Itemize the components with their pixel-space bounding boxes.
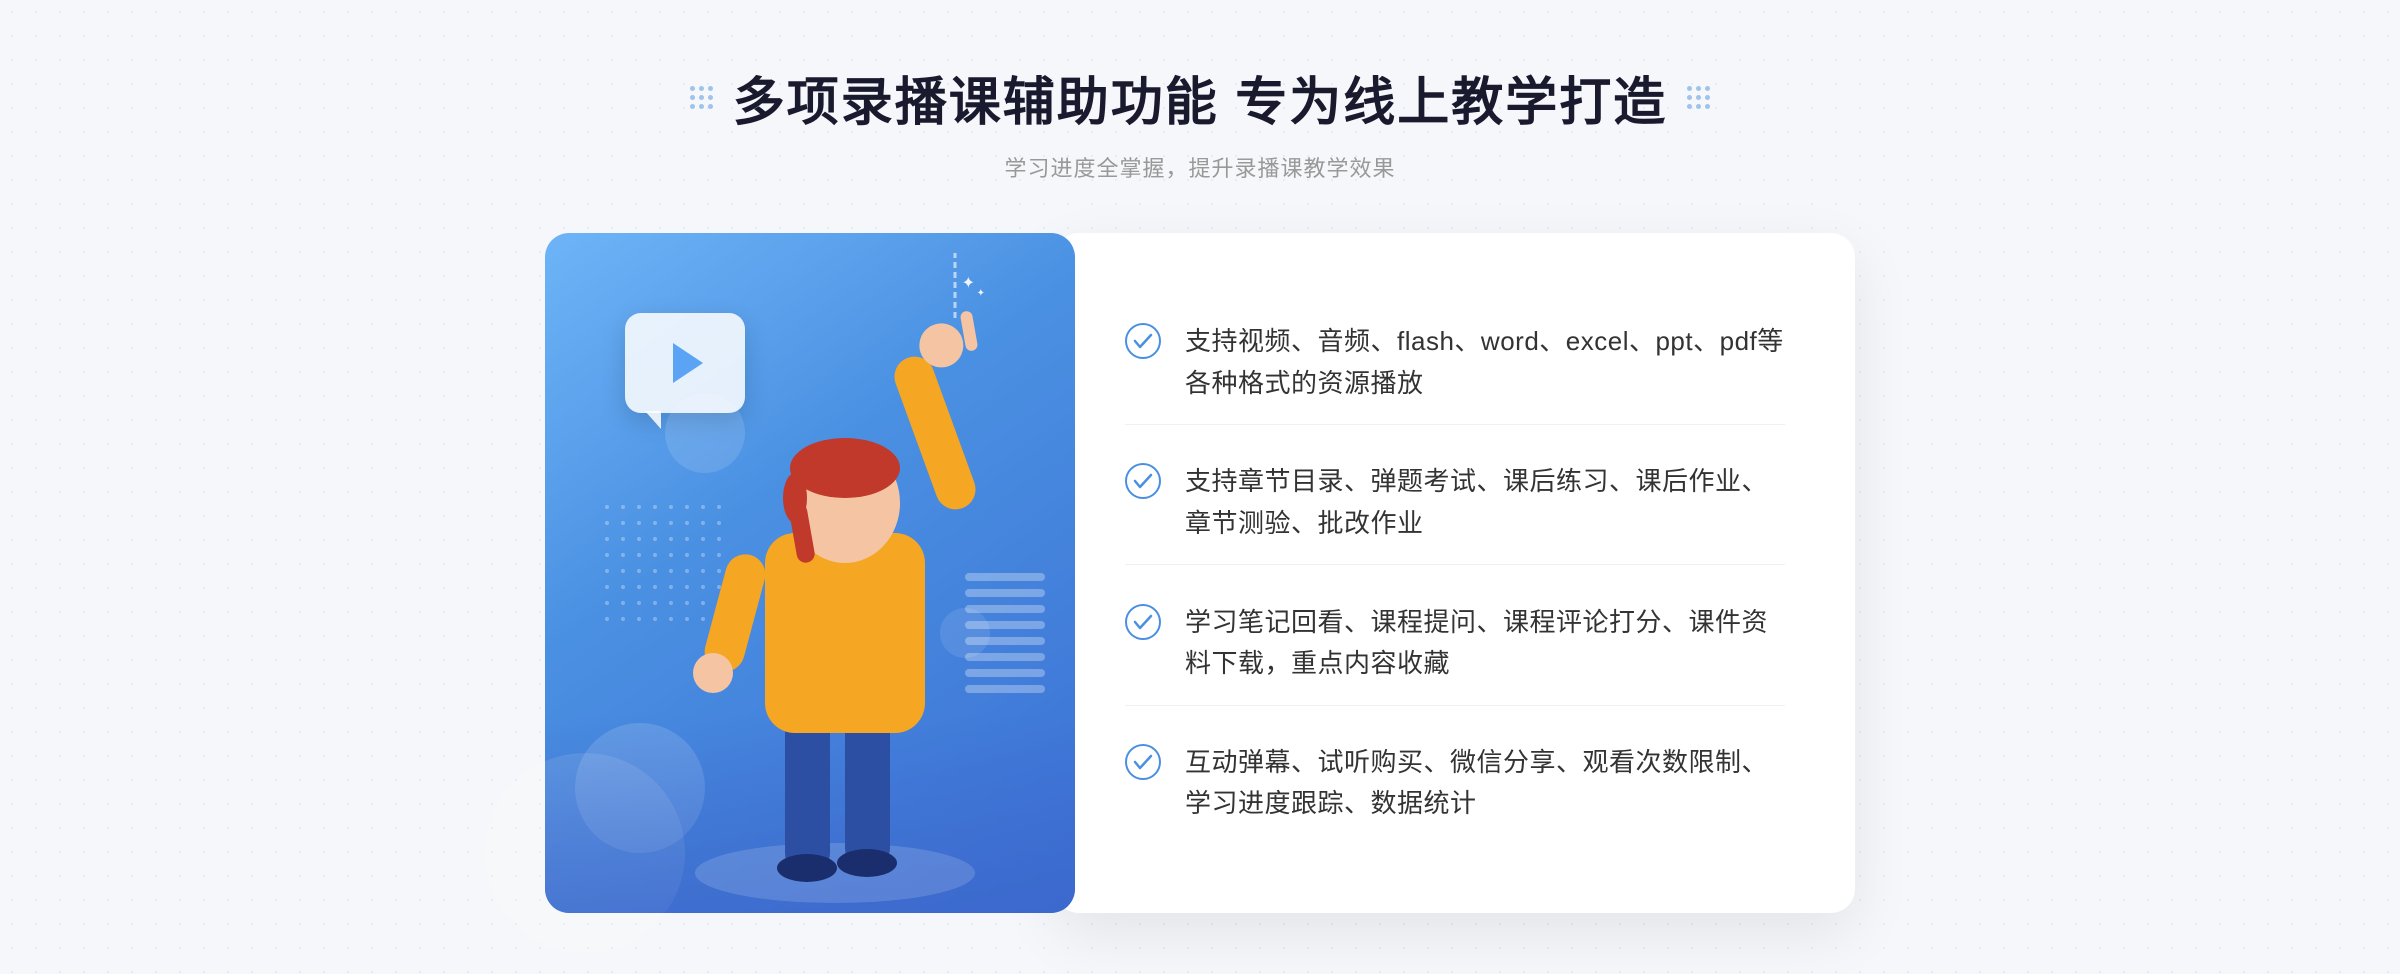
right-decorative-dots [1687,86,1710,109]
feature-item-3: 学习笔记回看、课程提问、课程评论打分、课件资料下载，重点内容收藏 [1125,582,1785,706]
main-content: » [500,233,1900,913]
feature-item-4: 互动弹幕、试听购买、微信分享、观看次数限制、学习进度跟踪、数据统计 [1125,722,1785,845]
illustration-card: ✦ ✦ [545,233,1075,913]
page-title: 多项录播课辅助功能 专为线上教学打造 [733,60,1667,135]
info-panel: 支持视频、音频、flash、word、excel、ppt、pdf等各种格式的资源… [1055,233,1855,913]
check-icon-2 [1125,463,1161,499]
check-icon-3 [1125,604,1161,640]
left-decorative-dots [690,86,713,109]
check-icon-4 [1125,744,1161,780]
check-icon-1 [1125,323,1161,359]
feature-text-3: 学习笔记回看、课程提问、课程评论打分、课件资料下载，重点内容收藏 [1185,602,1785,685]
page-container: 多项录播课辅助功能 专为线上教学打造 学习进度全掌握，提升录播课教学效果 » [0,0,2400,974]
page-subtitle: 学习进度全掌握，提升录播课教学效果 [690,151,1710,183]
feature-text-1: 支持视频、音频、flash、word、excel、ppt、pdf等各种格式的资源… [1185,321,1785,404]
header-section: 多项录播课辅助功能 专为线上教学打造 学习进度全掌握，提升录播课教学效果 [690,60,1710,183]
header-title-row: 多项录播课辅助功能 专为线上教学打造 [690,60,1710,135]
feature-text-2: 支持章节目录、弹题考试、课后练习、课后作业、章节测验、批改作业 [1185,461,1785,544]
feature-item-1: 支持视频、音频、flash、word、excel、ppt、pdf等各种格式的资源… [1125,301,1785,425]
person-illustration [545,233,1075,913]
feature-item-2: 支持章节目录、弹题考试、课后练习、课后作业、章节测验、批改作业 [1125,441,1785,565]
feature-text-4: 互动弹幕、试听购买、微信分享、观看次数限制、学习进度跟踪、数据统计 [1185,742,1785,825]
